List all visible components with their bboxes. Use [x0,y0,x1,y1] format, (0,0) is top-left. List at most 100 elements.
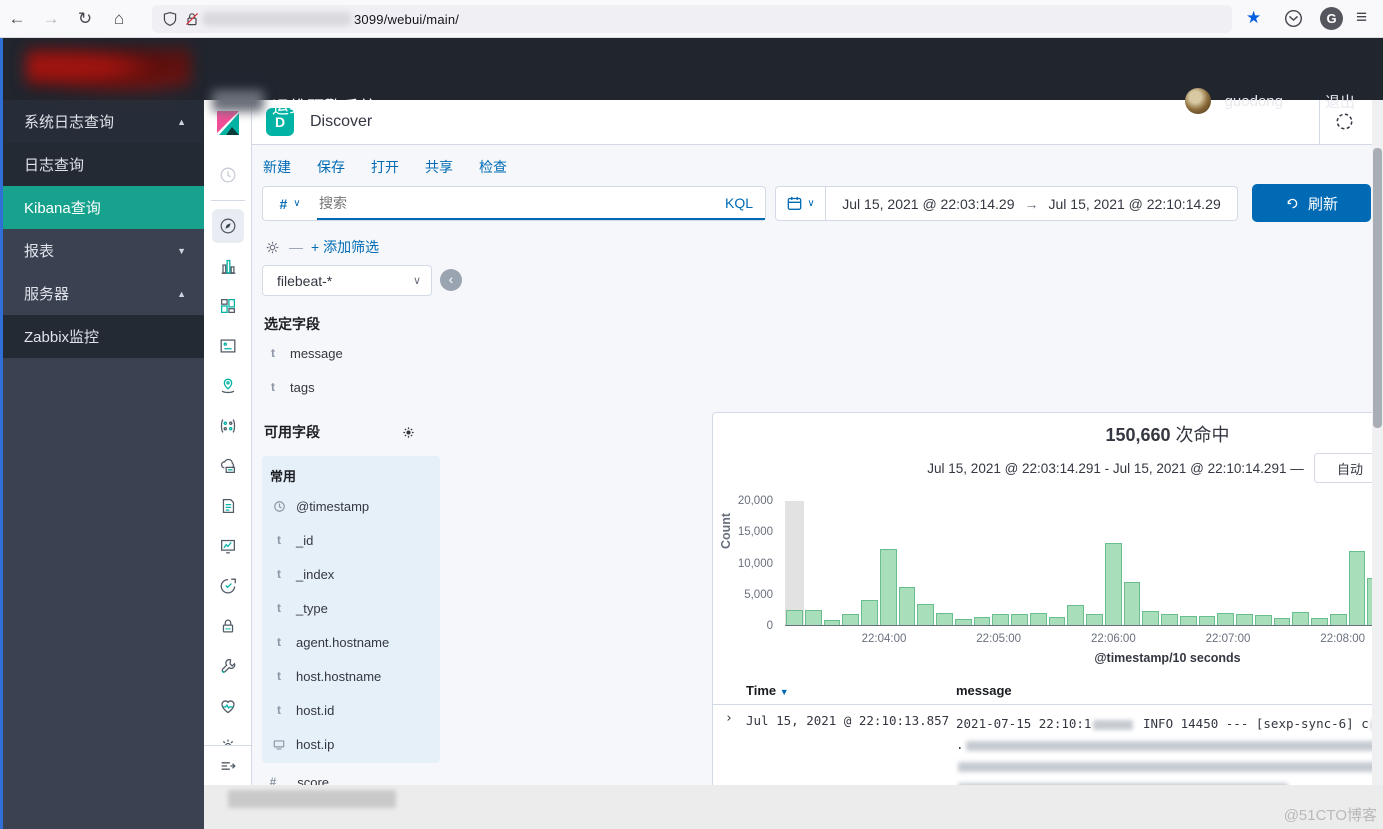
add-filter-link[interactable]: + 添加筛选 [311,237,379,257]
insecure-lock-icon[interactable] [184,11,200,27]
machine-learning-icon[interactable] [212,409,244,443]
kql-toggle[interactable]: KQL [713,195,765,211]
field-agent.hostname[interactable]: tagent.hostname [268,625,440,659]
field-_id[interactable]: t_id [268,523,440,557]
logs-icon[interactable] [212,489,244,523]
kibana-nav-rail [204,100,252,785]
histogram-bar [1067,605,1084,625]
histogram-bar [1124,582,1141,625]
browser-back-icon[interactable]: ← [0,9,34,29]
app-sidebar: 系统日志查询▲日志查询Kibana查询报表▼服务器▲Zabbix监控 [0,100,204,829]
histogram-bar [1349,551,1366,625]
collapse-fields-button[interactable]: ‹ [440,269,462,291]
browser-reload-icon[interactable]: ↻ [68,9,102,29]
field-_index[interactable]: t_index [268,557,440,591]
toolbar-link-2[interactable]: 打开 [371,157,399,177]
histogram-bar [1217,613,1234,625]
field-_type[interactable]: t_type [268,591,440,625]
sidebar-item-0[interactable]: 系统日志查询▲ [0,100,204,143]
pocket-icon[interactable] [1284,9,1303,33]
sidebar-item-3[interactable]: 报表▼ [0,229,204,272]
histogram-bar [1011,614,1028,625]
sidebar-item-2[interactable]: Kibana查询 [0,186,204,229]
page-scrollbar[interactable] [1372,100,1383,785]
chevron-down-icon: ∨ [293,198,300,209]
toolbar-link-3[interactable]: 共享 [425,157,453,177]
rail-collapse-button[interactable] [204,745,251,785]
caret-icon: ▼ [177,246,186,256]
refresh-button[interactable]: 刷新 [1252,184,1371,222]
apm-icon[interactable] [212,569,244,603]
user-avatar[interactable] [1185,88,1211,114]
dev-tools-wrench-icon[interactable] [212,649,244,683]
histogram-bar [805,610,822,625]
canvas-icon[interactable] [212,329,244,363]
date-from[interactable]: Jul 15, 2021 @ 22:03:14.29 [842,196,1014,212]
sidebar-item-5[interactable]: Zabbix监控 [0,315,204,358]
maps-pin-icon[interactable] [212,369,244,403]
rail-divider [211,200,245,201]
browser-profile-avatar[interactable]: G [1320,7,1343,30]
field-type-icon: t [272,567,286,581]
browser-home-icon[interactable]: ⌂ [102,9,136,29]
histogram-bar [1049,617,1066,625]
field-type-icon: t [272,703,286,717]
logout-link[interactable]: 退出 [1325,91,1355,112]
sidebar-item-1[interactable]: 日志查询 [0,143,204,186]
saved-query-dropdown[interactable]: #∨ [263,196,317,212]
y-tick: 10,000 [738,558,773,570]
browser-forward-icon[interactable]: → [34,9,68,29]
sidebar-item-4[interactable]: 服务器▲ [0,272,204,315]
kibana-logo-icon[interactable] [216,110,240,141]
url-bar[interactable]: 3099/webui/main/ [152,5,1232,33]
monitoring-heart-icon[interactable] [212,689,244,723]
column-header-time[interactable]: Time ▼ [746,683,789,698]
field-settings-gear-icon[interactable] [401,425,416,440]
search-input[interactable] [317,195,713,211]
field-message[interactable]: tmessage [262,336,450,370]
histogram-bar [1236,614,1253,625]
browser-menu-icon[interactable]: ≡ [1356,7,1367,29]
expand-row-icon[interactable]: › [725,711,733,726]
metrics-icon[interactable] [212,529,244,563]
x-tick: 22:07:00 [1206,633,1251,645]
field-@timestamp[interactable]: @timestamp [268,489,440,523]
caret-icon: ▲ [177,289,186,299]
help-icon[interactable] [1335,112,1354,136]
histogram-bar [1330,614,1347,625]
field-host.id[interactable]: thost.id [268,693,440,727]
y-tick: 20,000 [738,495,773,507]
filter-divider: — [289,239,303,255]
toolbar-link-0[interactable]: 新建 [263,157,291,177]
left-edge-accent [0,38,3,829]
calendar-dropdown[interactable]: ∨ [776,187,826,220]
recent-clock-icon[interactable] [212,158,244,192]
shield-icon[interactable] [162,11,178,27]
discover-compass-icon[interactable] [212,209,244,243]
visualize-chart-icon[interactable] [212,249,244,283]
hits-count: 150,660 次命中 [713,421,1383,447]
uptime-cloud-icon[interactable] [212,449,244,483]
toolbar-link-1[interactable]: 保存 [317,157,345,177]
field-tags[interactable]: ttags [262,370,450,404]
field-type-icon: t [266,346,280,360]
field-type-icon: t [266,380,280,394]
field-type-icon: t [272,533,286,547]
histogram-bar [1180,616,1197,625]
toolbar-link-4[interactable]: 检查 [479,157,507,177]
index-pattern-select[interactable]: filebeat-*∨ [262,265,432,296]
column-header-message: message [956,683,1012,698]
date-picker: ∨ Jul 15, 2021 @ 22:03:14.29 → Jul 15, 2… [775,186,1238,221]
sort-desc-icon: ▼ [780,687,789,697]
field-host.hostname[interactable]: thost.hostname [268,659,440,693]
date-to[interactable]: Jul 15, 2021 @ 22:10:14.29 [1049,196,1221,212]
filter-settings-gear-icon[interactable] [264,239,281,256]
siem-lock-icon[interactable] [212,609,244,643]
kibana-content: 新建 保存 打开 共享 检查 #∨ KQL ∨ Jul 15, 2021 @ 22:03… [252,145,1372,785]
bookmark-star-icon[interactable]: ★ [1246,8,1261,28]
field-host.ip[interactable]: host.ip [268,727,440,761]
histogram-bar [1274,618,1291,625]
dashboard-icon[interactable] [212,289,244,323]
scrollbar-thumb[interactable] [1373,148,1382,428]
calendar-icon [786,195,803,212]
